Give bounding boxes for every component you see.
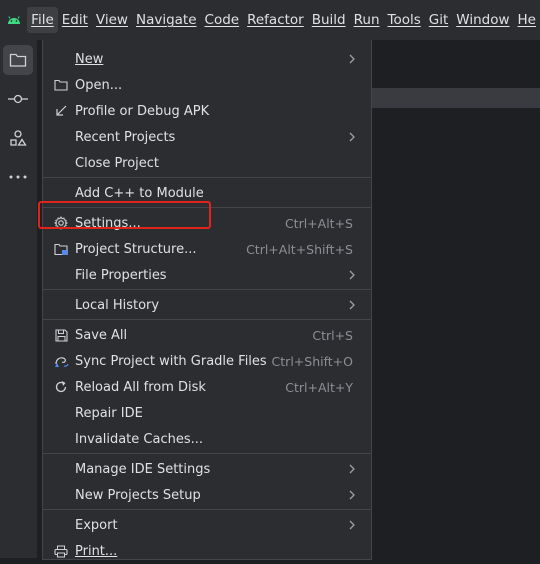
menu-item-label: File Properties [75, 267, 167, 283]
menu-separator [43, 453, 371, 454]
menu-item-close-project[interactable]: Close Project [43, 150, 371, 176]
menu-item-new[interactable]: New [43, 46, 371, 72]
menu-help[interactable]: He [514, 7, 540, 33]
chevron-right-icon [349, 132, 355, 142]
menu-item-label: Local History [75, 297, 160, 313]
project-structure-icon [53, 241, 69, 257]
menu-item-reload-disk[interactable]: Reload All from Disk Ctrl+Alt+Y [43, 374, 371, 400]
chevron-right-icon [349, 490, 355, 500]
chevron-right-icon [349, 520, 355, 530]
file-menu-dropdown: New Open... Profile or Debug APK Recent … [42, 40, 372, 560]
menu-item-save-all[interactable]: Save All Ctrl+S [43, 322, 371, 348]
shortcut-label: Ctrl+Alt+S [284, 215, 353, 231]
menu-item-label: Print... [75, 543, 118, 559]
menu-item-new-projects-setup[interactable]: New Projects Setup [43, 482, 371, 508]
shortcut-label: Ctrl+Alt+Shift+S [246, 241, 353, 257]
menu-item-invalidate-caches[interactable]: Invalidate Caches... [43, 426, 371, 452]
menu-item-label: Open... [75, 77, 123, 93]
menu-run[interactable]: Run [350, 7, 384, 33]
gradle-sync-icon [53, 353, 69, 369]
chevron-right-icon [349, 270, 355, 280]
chevron-right-icon [349, 300, 355, 310]
folder-icon [53, 77, 69, 93]
menu-edit[interactable]: Edit [58, 7, 92, 33]
menu-item-local-history[interactable]: Local History [43, 292, 371, 318]
menu-item-label: Invalidate Caches... [75, 431, 204, 447]
refresh-icon [53, 379, 69, 395]
menu-item-label: Save All [75, 327, 128, 343]
menu-item-label: New Projects Setup [75, 487, 201, 503]
arrow-down-left-icon [53, 103, 69, 119]
menu-item-label: Sync Project with Gradle Files [75, 353, 267, 369]
menu-item-manage-ide-settings[interactable]: Manage IDE Settings [43, 456, 371, 482]
menu-navigate[interactable]: Navigate [132, 7, 201, 33]
menu-separator [43, 177, 371, 178]
chevron-right-icon [349, 464, 355, 474]
menu-item-project-structure[interactable]: Project Structure... Ctrl+Alt+Shift+S [43, 236, 371, 262]
menu-item-profile-debug-apk[interactable]: Profile or Debug APK [43, 98, 371, 124]
commit-icon[interactable] [3, 84, 33, 114]
android-icon[interactable] [0, 0, 27, 40]
menu-tools[interactable]: Tools [384, 7, 425, 33]
menu-item-label: Close Project [75, 155, 160, 171]
menu-item-export[interactable]: Export [43, 512, 371, 538]
chevron-right-icon [349, 54, 355, 64]
menu-build[interactable]: Build [308, 7, 350, 33]
tool-window-sidebar [0, 40, 38, 558]
menu-separator [43, 289, 371, 290]
menu-view[interactable]: View [92, 7, 132, 33]
menu-item-label: Export [75, 517, 118, 533]
menu-item-label: Reload All from Disk [75, 379, 206, 395]
menu-item-sync-gradle[interactable]: Sync Project with Gradle Files Ctrl+Shif… [43, 348, 371, 374]
menu-item-label: Add C++ to Module [75, 185, 204, 201]
menu-item-label: Manage IDE Settings [75, 461, 211, 477]
menu-item-file-properties[interactable]: File Properties [43, 262, 371, 288]
shortcut-label: Ctrl+S [312, 327, 353, 343]
printer-icon [53, 543, 69, 559]
menu-item-print[interactable]: Print... [43, 538, 371, 564]
menu-refactor[interactable]: Refactor [243, 7, 308, 33]
menu-item-repair-ide[interactable]: Repair IDE [43, 400, 371, 426]
menu-item-label: New [75, 51, 104, 67]
menubar: File Edit View Navigate Code Refactor Bu… [0, 0, 540, 40]
structure-icon[interactable] [3, 123, 33, 153]
menu-item-label: Recent Projects [75, 129, 176, 145]
menu-item-label: Repair IDE [75, 405, 143, 421]
editor-tab-strip [372, 88, 540, 108]
menu-window[interactable]: Window [452, 7, 513, 33]
save-icon [53, 327, 69, 343]
menu-item-open[interactable]: Open... [43, 72, 371, 98]
menu-separator [43, 319, 371, 320]
folder-icon[interactable] [3, 45, 33, 75]
menu-item-recent-projects[interactable]: Recent Projects [43, 124, 371, 150]
shortcut-label: Ctrl+Shift+O [271, 353, 353, 369]
menu-item-label: Project Structure... [75, 241, 197, 257]
menu-code[interactable]: Code [201, 7, 244, 33]
menu-git[interactable]: Git [425, 7, 453, 33]
menu-item-label: Profile or Debug APK [75, 103, 210, 119]
menu-separator [43, 509, 371, 510]
menu-file[interactable]: File [27, 7, 58, 33]
shortcut-label: Ctrl+Alt+Y [285, 379, 353, 395]
settings-highlight-annotation [38, 201, 211, 229]
more-icon[interactable] [3, 162, 33, 192]
